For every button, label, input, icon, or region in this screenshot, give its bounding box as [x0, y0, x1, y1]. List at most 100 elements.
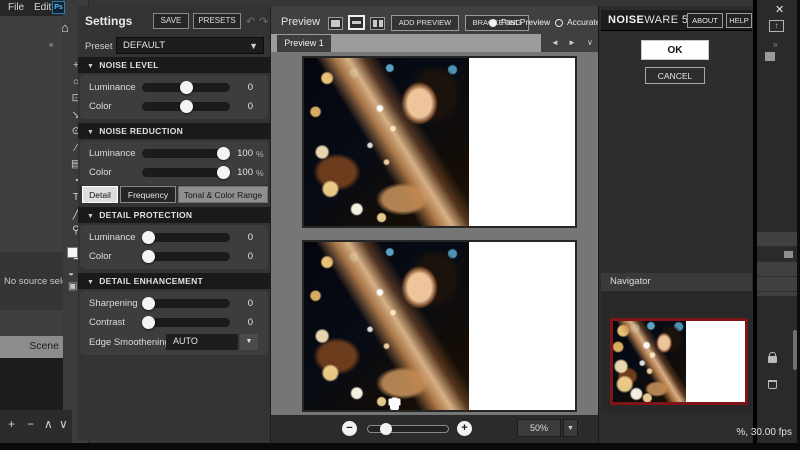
- scene-strip[interactable]: Scene: [0, 336, 64, 358]
- ok-button[interactable]: OK: [641, 40, 709, 60]
- section-detail-enhancement[interactable]: ▼DETAIL ENHANCEMENT: [78, 273, 270, 289]
- move-down-button[interactable]: ∨: [59, 417, 68, 431]
- foreground-color-swatch[interactable]: [67, 247, 78, 258]
- preview-viewport[interactable]: [271, 52, 599, 415]
- close-icon[interactable]: ✕: [775, 3, 784, 16]
- slider-thumb[interactable]: [217, 147, 230, 160]
- slider-thumb[interactable]: [180, 81, 193, 94]
- sharpening-slider[interactable]: [142, 299, 230, 308]
- slider-row: Luminance 0: [80, 228, 268, 247]
- zoom-level-value[interactable]: 50%: [517, 419, 561, 437]
- section-detail-protection[interactable]: ▼DETAIL PROTECTION: [78, 207, 270, 223]
- preview-title: Preview: [281, 16, 320, 28]
- slider-value: 0: [235, 101, 253, 112]
- slider-unit: %: [256, 168, 264, 178]
- settings-panel: Settings SAVE PRESETS ↶ ↷ ∨ Preset DEFAU…: [78, 6, 270, 440]
- tab-prev-icon[interactable]: ◄: [551, 38, 559, 47]
- vertical-split-button[interactable]: [370, 17, 385, 30]
- navigator-header[interactable]: Navigator: [601, 273, 752, 291]
- menu-file[interactable]: File: [8, 2, 24, 13]
- luminance-reduction-slider[interactable]: [142, 149, 230, 158]
- slider-thumb[interactable]: [142, 231, 155, 244]
- tab-menu-icon[interactable]: ∨: [587, 38, 593, 47]
- settings-title: Settings: [85, 14, 132, 28]
- presets-button[interactable]: PRESETS: [193, 13, 241, 29]
- save-button[interactable]: SAVE: [153, 13, 189, 29]
- remove-button[interactable]: −: [27, 417, 34, 431]
- color-reduction-slider[interactable]: [142, 168, 230, 177]
- preview-pane-filtered[interactable]: [302, 240, 577, 412]
- section-noise-reduction[interactable]: ▼NOISE REDUCTION: [78, 123, 270, 139]
- redo-icon[interactable]: ↷: [259, 15, 268, 28]
- chevron-down-icon: ▼: [249, 39, 258, 54]
- zoom-slider-thumb[interactable]: [380, 423, 392, 435]
- home-icon[interactable]: ⌂: [61, 20, 69, 35]
- chevron-down-icon[interactable]: ▼: [240, 334, 258, 350]
- scene-label: Scene: [29, 340, 59, 352]
- layer-row[interactable]: [757, 262, 797, 277]
- slider-thumb[interactable]: [180, 100, 193, 113]
- move-up-button[interactable]: ∧: [44, 417, 53, 431]
- brand-rest: WARE 5: [644, 14, 688, 26]
- slider-row: Color 0: [80, 247, 268, 266]
- vsplit-glyph-right: [379, 20, 383, 27]
- photoshop-logo: Ps: [52, 1, 65, 14]
- layer-row[interactable]: [757, 232, 797, 247]
- accurate-radio[interactable]: [555, 19, 563, 27]
- undo-icon[interactable]: ↶: [246, 15, 255, 28]
- detail-protection-group: Luminance 0 Color 0: [80, 225, 268, 269]
- section-title: NOISE REDUCTION: [99, 126, 183, 136]
- preset-dropdown[interactable]: DEFAULT ▼: [116, 37, 264, 54]
- preview-tab[interactable]: Preview 1: [277, 35, 331, 52]
- color-slider[interactable]: [142, 102, 230, 111]
- cancel-button[interactable]: CANCEL: [645, 67, 705, 84]
- slider-thumb[interactable]: [142, 250, 155, 263]
- layer-row-selected[interactable]: [757, 247, 797, 262]
- edge-smoothening-dropdown[interactable]: AUTO: [166, 334, 238, 350]
- collapse-icon[interactable]: «: [49, 40, 53, 49]
- layer-row[interactable]: [757, 277, 797, 292]
- slider-row: Color 0: [80, 97, 268, 116]
- color-protection-slider[interactable]: [142, 252, 230, 261]
- layer-thumb: [784, 251, 793, 258]
- share-icon[interactable]: ↑: [769, 20, 784, 32]
- preview-pane-original[interactable]: [302, 56, 577, 228]
- brush-tool-icon[interactable]: ∕: [75, 143, 77, 154]
- slider-thumb[interactable]: [217, 166, 230, 179]
- contrast-slider[interactable]: [142, 318, 230, 327]
- luminance-slider[interactable]: [142, 83, 230, 92]
- zoom-in-button[interactable]: +: [457, 421, 472, 436]
- lock-icon[interactable]: [768, 356, 777, 363]
- navigator-thumbnail[interactable]: [610, 318, 748, 405]
- zoom-level-chevron-icon[interactable]: ▼: [563, 419, 578, 437]
- tab-frequency[interactable]: Frequency: [120, 186, 176, 203]
- menu-edit[interactable]: Edit: [34, 2, 51, 13]
- zoom-out-button[interactable]: −: [342, 421, 357, 436]
- slider-thumb[interactable]: [142, 316, 155, 329]
- horizontal-split-button[interactable]: [348, 15, 365, 30]
- tab-detail[interactable]: Detail: [82, 186, 118, 203]
- screenmode-icon[interactable]: ▣: [68, 281, 77, 292]
- tab-tonal-color-range[interactable]: Tonal & Color Range: [178, 186, 268, 203]
- about-button[interactable]: ABOUT: [687, 13, 723, 28]
- noiseware-title-bar: NOISEWARE 5 ABOUT HELP: [601, 10, 752, 31]
- fast-preview-radio[interactable]: [489, 19, 497, 27]
- panel-swatch: [765, 52, 775, 61]
- zoom-slider[interactable]: [367, 425, 449, 433]
- slider-thumb[interactable]: [142, 297, 155, 310]
- triangle-icon: ▼: [87, 213, 94, 220]
- help-button[interactable]: HELP: [726, 13, 752, 28]
- quickmask-icon[interactable]: ◒: [68, 268, 74, 279]
- panel-collapse-icon[interactable]: »: [773, 40, 777, 49]
- scrollbar[interactable]: [793, 330, 797, 370]
- noise-level-group: Luminance 0 Color 0: [80, 75, 268, 119]
- single-view-button[interactable]: [328, 17, 343, 30]
- bottom-strip: [0, 443, 800, 450]
- add-button[interactable]: +: [8, 417, 15, 431]
- tab-next-icon[interactable]: ►: [568, 38, 576, 47]
- trash-icon[interactable]: [768, 380, 777, 389]
- add-preview-button[interactable]: ADD PREVIEW: [391, 15, 459, 31]
- luminance-protection-slider[interactable]: [142, 233, 230, 242]
- slider-label: Color: [89, 101, 112, 112]
- section-noise-level[interactable]: ▼NOISE LEVEL: [78, 57, 270, 73]
